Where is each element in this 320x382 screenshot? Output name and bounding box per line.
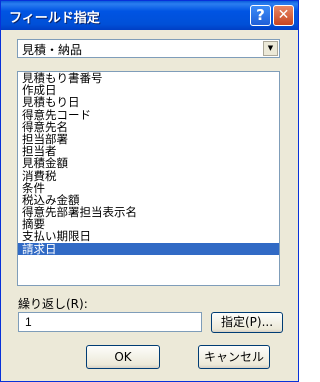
chevron-down-icon[interactable]: ▼ — [263, 41, 278, 56]
list-item[interactable]: 得意先コード — [18, 108, 279, 121]
window-title: フィールド指定 — [9, 11, 100, 26]
list-item[interactable]: 担当部署 — [18, 133, 279, 145]
category-dropdown-value: 見積・納品 — [22, 43, 83, 57]
field-listbox[interactable]: 見積もり書番号 作成日 見積もり日 得意先コード 得意先名 担当部署 担当者 見積金額 消費税条… — [17, 71, 280, 286]
list-item[interactable]: 消費税 — [18, 169, 279, 182]
repeat-label: 繰り返し(R): — [18, 297, 88, 311]
ok-button[interactable]: OK — [86, 345, 160, 369]
repeat-input[interactable] — [18, 312, 202, 332]
help-button[interactable]: ? — [250, 5, 271, 26]
close-button[interactable]: ✕ — [273, 5, 294, 26]
list-item[interactable]: 得意先部署担当表示名 — [18, 206, 279, 218]
cancel-button[interactable]: キャンセル — [198, 345, 270, 369]
list-item[interactable]: 請求日 — [18, 243, 279, 255]
specify-button[interactable]: 指定(P)... — [211, 312, 283, 333]
list-item[interactable]: 見積もり書番号 — [18, 72, 279, 84]
title-bar[interactable]: フィールド指定 ? ✕ — [1, 1, 298, 30]
list-item[interactable]: 見積金額 — [18, 157, 279, 169]
category-dropdown[interactable]: 見積・納品 ▼ — [17, 39, 280, 58]
field-dialog: フィールド指定 ? ✕ 見積・納品 ▼ 見積もり書番号 作成日 見積もり日 得意先コー… — [0, 0, 299, 382]
list-item[interactable]: 支払い期限日 — [18, 230, 279, 242]
list-item[interactable]: 見積もり日 — [18, 96, 279, 108]
